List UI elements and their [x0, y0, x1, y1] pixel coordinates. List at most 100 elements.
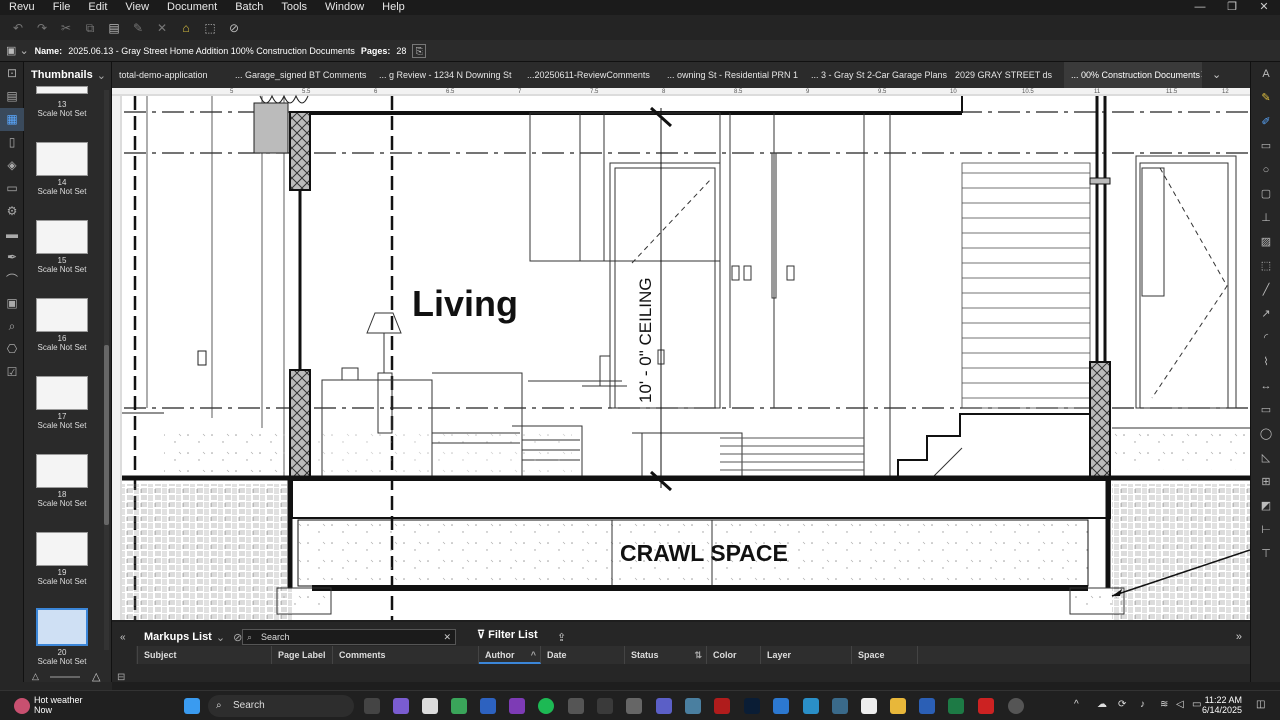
snapshot-tool-icon[interactable]: ⬚: [1251, 254, 1280, 278]
page-icon[interactable]: ⎘: [412, 43, 427, 58]
clear-search-icon[interactable]: ✕: [443, 630, 451, 644]
format-painter-icon[interactable]: ✎: [130, 20, 146, 36]
line-icon[interactable]: ╱: [1251, 278, 1280, 302]
lock-icon[interactable]: ⌂: [178, 20, 194, 36]
settings-app-icon[interactable]: [1008, 698, 1024, 714]
excel-icon[interactable]: [948, 698, 964, 714]
tab-document[interactable]: ... 3 - Gray St 2-Car Garage Plans: [804, 62, 948, 88]
column-page-label[interactable]: Page Label: [272, 646, 333, 664]
polygon-icon[interactable]: ◺: [1251, 446, 1280, 470]
edge-icon[interactable]: [803, 698, 819, 714]
drawing-canvas[interactable]: 5 5.5 6 6.5 7 7.5 8 8.5 9 9.5 10 10.5 11 11.5 12: [112, 88, 1250, 620]
thumbnail-page[interactable]: [36, 220, 88, 254]
highlighter-icon[interactable]: ✐: [1251, 110, 1280, 134]
arc-icon[interactable]: ◜: [1251, 326, 1280, 350]
note-icon[interactable]: ▢: [1251, 182, 1280, 206]
layers-icon[interactable]: ◈: [0, 154, 24, 177]
thumbnail-page[interactable]: [36, 142, 88, 176]
tab-document[interactable]: ...20250611-ReviewComments: [520, 62, 660, 88]
revu-app-icon[interactable]: [480, 698, 496, 714]
undo-icon[interactable]: ↶: [10, 20, 26, 36]
stamp-tool-icon[interactable]: ⊥: [1251, 206, 1280, 230]
windows-start-icon[interactable]: [184, 698, 200, 714]
tab-document[interactable]: 2029 GRAY STREET ds: [948, 62, 1064, 88]
forms-icon[interactable]: ☑: [0, 361, 24, 384]
thumb-size-slider[interactable]: [50, 676, 80, 678]
column-date[interactable]: Date: [541, 646, 625, 664]
visibility-icon[interactable]: ⊘: [233, 631, 242, 644]
column-color[interactable]: Color: [707, 646, 761, 664]
sync-tray-icon[interactable]: ⟳: [1118, 699, 1126, 710]
wifi-icon[interactable]: ≋: [1160, 699, 1168, 710]
calibrate-icon[interactable]: ⊤: [1251, 542, 1280, 566]
close-tab-icon[interactable]: ✕: [1200, 62, 1202, 88]
bookmarks-icon[interactable]: ▯: [0, 131, 24, 154]
dimension-icon[interactable]: ↔: [1251, 374, 1280, 398]
export-icon[interactable]: ⇪: [557, 631, 566, 644]
chevron-down-icon[interactable]: ⌄: [97, 69, 106, 82]
tool-chest-icon[interactable]: ▭: [0, 177, 24, 200]
onedrive-icon[interactable]: [773, 698, 789, 714]
spotify-icon[interactable]: [538, 698, 554, 714]
polyline-icon[interactable]: ⌇: [1251, 350, 1280, 374]
redo-icon[interactable]: ↷: [34, 20, 50, 36]
cut-icon[interactable]: ✂: [58, 20, 74, 36]
file-explorer-icon[interactable]: [890, 698, 906, 714]
sets-icon[interactable]: ⎔: [0, 338, 24, 361]
copy-icon[interactable]: ⧉: [82, 20, 98, 36]
thumbnail-page[interactable]: [36, 532, 88, 566]
column-author[interactable]: Author ^: [479, 646, 541, 664]
image-icon[interactable]: ▨: [1251, 230, 1280, 254]
system-clock[interactable]: 11:22 AM 6/14/2025: [1202, 695, 1242, 715]
signatures-icon[interactable]: ✒: [0, 246, 24, 269]
copilot-icon[interactable]: [393, 698, 409, 714]
status-filter-icon[interactable]: ⇅: [694, 646, 702, 664]
tab-document[interactable]: ... owning St - Residential PRN 1: [660, 62, 804, 88]
measurements-icon[interactable]: ▬: [0, 223, 24, 246]
screenshot-icon[interactable]: [626, 698, 642, 714]
tray-overflow-icon[interactable]: ^: [1074, 699, 1079, 710]
search-app-icon[interactable]: [832, 698, 848, 714]
notifications-icon[interactable]: ◫: [1256, 699, 1265, 710]
column-space[interactable]: Space: [852, 646, 918, 664]
thumbnail-page[interactable]: [36, 86, 88, 94]
photoshop-icon[interactable]: [744, 698, 760, 714]
acrobat-red-icon[interactable]: [714, 698, 730, 714]
taskbar-search-input[interactable]: ⌕ Search: [208, 695, 354, 717]
eraser-icon[interactable]: ◩: [1251, 494, 1280, 518]
ellipse-icon[interactable]: ◯: [1251, 422, 1280, 446]
tab-document[interactable]: total-demo-application: [112, 62, 228, 88]
xbox-icon[interactable]: [597, 698, 613, 714]
calculator-icon[interactable]: [568, 698, 584, 714]
task-view-icon[interactable]: [364, 698, 380, 714]
tabs-overflow-icon[interactable]: ⌄: [1212, 62, 1221, 88]
photos-icon[interactable]: [685, 698, 701, 714]
menu-window[interactable]: Window: [316, 0, 373, 15]
menu-edit[interactable]: Edit: [79, 0, 116, 15]
stamp-icon[interactable]: ▣: [0, 292, 24, 315]
filter-list-button[interactable]: ⊽ Filter List: [477, 628, 538, 641]
file-access-icon[interactable]: ▤: [0, 85, 24, 108]
cloud-icon[interactable]: ○: [1251, 158, 1280, 182]
column-status[interactable]: Status ⇅: [625, 646, 707, 664]
arrow-icon[interactable]: ↗: [1251, 302, 1280, 326]
text-tool-icon[interactable]: A: [1251, 62, 1280, 86]
weather-widget[interactable]: Hot weather Now: [34, 695, 83, 715]
teams-icon[interactable]: [656, 698, 672, 714]
restore-icon[interactable]: ❐: [1216, 0, 1248, 15]
delete-icon[interactable]: ✕: [154, 20, 170, 36]
acrobat-icon[interactable]: [978, 698, 994, 714]
chrome-icon[interactable]: [451, 698, 467, 714]
menu-revu[interactable]: Revu: [0, 0, 44, 15]
mic-tray-icon[interactable]: ♪: [1140, 699, 1145, 710]
cloud-tray-icon[interactable]: ☁: [1097, 699, 1107, 710]
snapshot-icon[interactable]: ⊘: [226, 20, 242, 36]
volume-icon[interactable]: ◁: [1176, 699, 1184, 710]
onenote-icon[interactable]: [509, 698, 525, 714]
column-layer[interactable]: Layer: [761, 646, 852, 664]
paste-icon[interactable]: ▤: [106, 20, 122, 36]
markups-search-input[interactable]: ⌕ Search ✕: [242, 629, 456, 645]
select-area-icon[interactable]: ⬚: [202, 20, 218, 36]
column-comments[interactable]: Comments: [333, 646, 479, 664]
word-icon[interactable]: [919, 698, 935, 714]
